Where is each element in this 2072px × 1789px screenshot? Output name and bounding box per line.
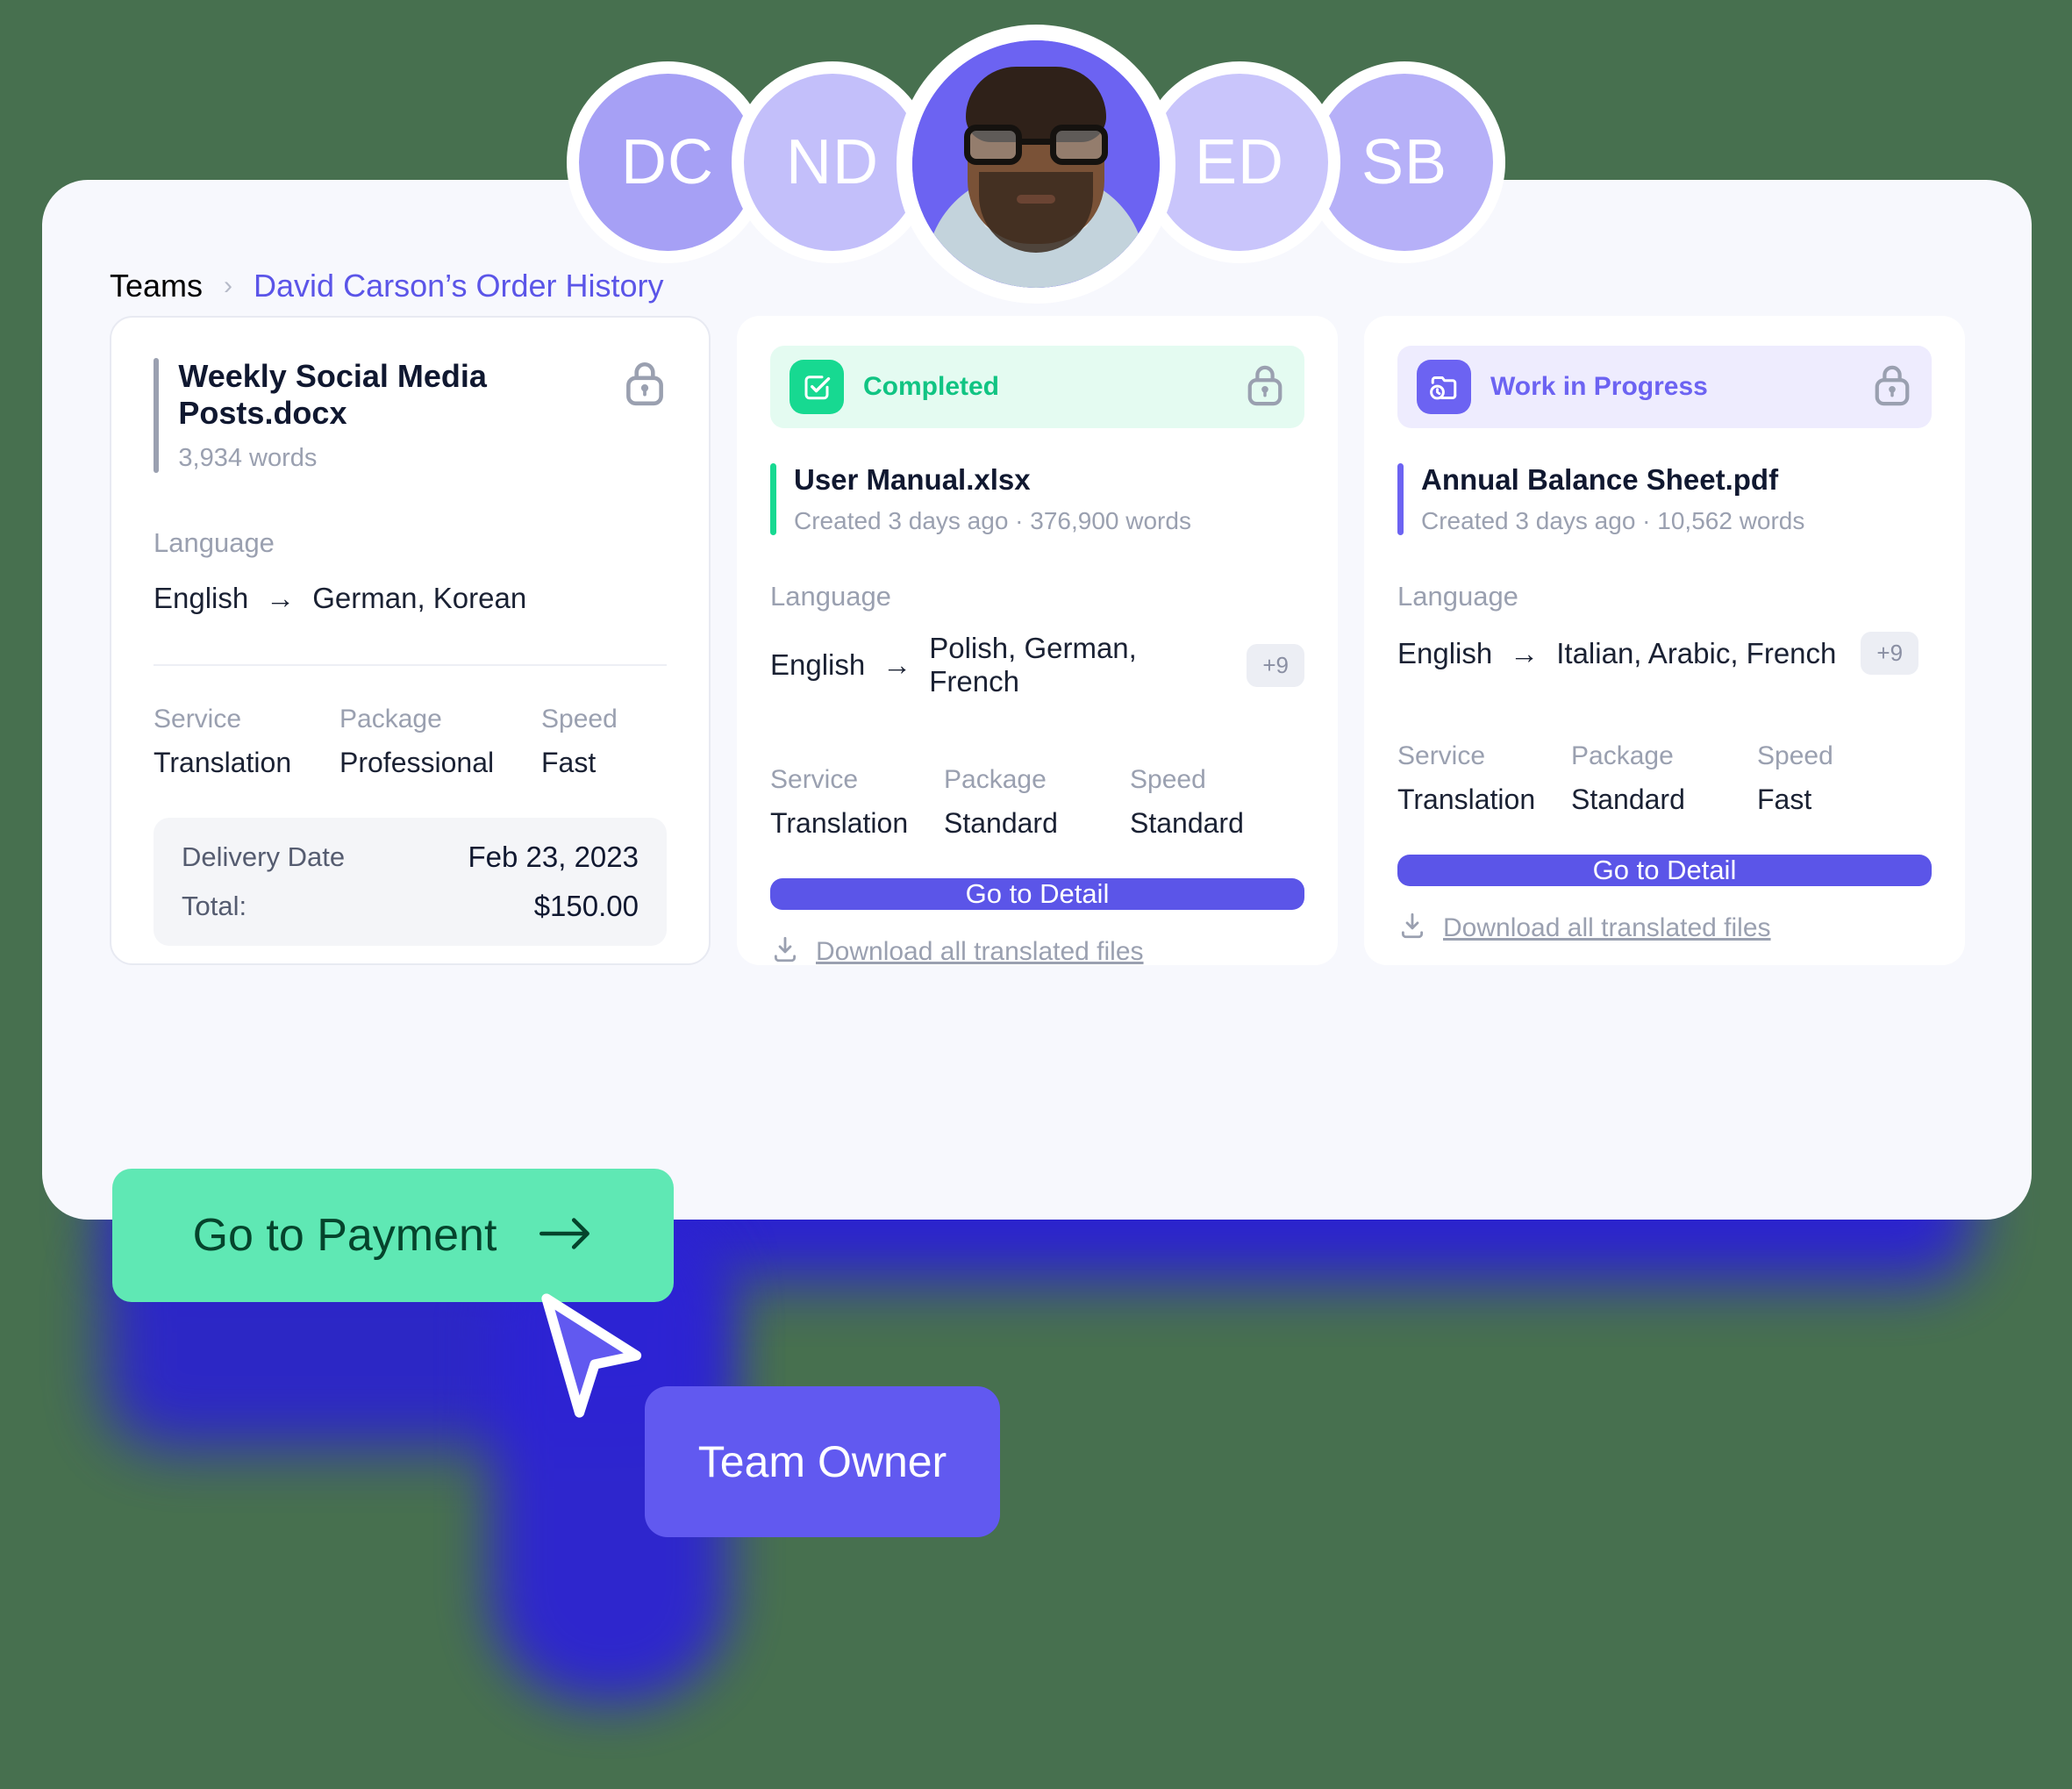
target-languages: Italian, Arabic, French [1556,636,1837,669]
target-languages: Polish, German, French [929,632,1137,698]
service-value: Translation [154,747,292,778]
file-name: Weekly Social Media Posts.docx [178,358,487,431]
service-value: Translation [1397,784,1536,815]
go-to-detail-button[interactable]: Go to Detail [1397,855,1932,886]
extra-languages-badge[interactable]: +9 [1861,632,1919,675]
download-icon [770,934,800,969]
order-card-completed: Completed User Manual.xlsx Created 3 day… [737,316,1338,966]
language-label: Language [770,581,891,612]
accent-bar [770,463,776,535]
lock-icon [1872,361,1912,413]
language-label: Language [154,527,275,558]
avatar-initials: ED [1194,127,1285,197]
team-owner-badge[interactable]: Team Owner [645,1386,1000,1537]
go-to-payment-label: Go to Payment [192,1210,497,1261]
file-name: Annual Balance Sheet.pdf [1421,463,1779,496]
source-language: English [1397,636,1493,669]
user-photo [912,40,1160,288]
delivery-date-value: Feb 23, 2023 [468,841,639,873]
file-name: User Manual.xlsx [794,463,1031,496]
package-label: Package [1571,741,1674,770]
delivery-date-row: Delivery Date Feb 23, 2023 [182,841,639,874]
delivery-date-label: Delivery Date [182,841,346,872]
service-label: Service [770,765,859,794]
service-label: Service [154,705,242,733]
totals-box: Delivery Date Feb 23, 2023 Total: $150.0… [154,818,667,946]
arrow-right-icon [539,1216,593,1256]
total-label: Total: [182,891,247,921]
mouse-pointer-icon [533,1290,652,1435]
package-label: Package [944,765,1047,794]
avatar-photo[interactable] [897,25,1175,304]
file-meta: Created 3 days ago · 10,562 words [1421,507,1805,534]
divider [154,664,667,666]
download-all-link[interactable]: Download all translated files [770,934,1304,969]
speed-value: Standard [1130,807,1244,839]
download-link-label[interactable]: Download all translated files [816,937,1144,967]
order-cards: Weekly Social Media Posts.docx 3,934 wor… [110,316,1965,966]
lock-icon [1245,361,1285,413]
source-language: English [154,582,249,614]
arrow-right-icon: → [882,648,912,681]
screen: Teams › David Carson’s Order History Wee… [0,0,2072,1789]
download-all-link[interactable]: Download all translated files [1397,911,1932,945]
file-meta: Created 3 days ago · 376,900 words [794,507,1191,534]
service-label: Service [1397,741,1486,770]
package-value: Professional [339,747,495,778]
download-icon [1397,911,1427,945]
accent-bar [154,358,160,473]
speed-value: Fast [541,747,597,778]
total-row: Total: $150.00 [182,890,639,923]
language-label: Language [1397,581,1518,612]
arrow-right-icon: → [266,582,296,614]
speed-label: Speed [541,705,618,733]
arrow-right-icon: → [1510,636,1540,669]
total-value: $150.00 [533,890,639,922]
order-card-draft: Weekly Social Media Posts.docx 3,934 wor… [110,316,711,965]
speed-value: Fast [1757,784,1812,815]
service-value: Translation [770,807,909,839]
package-value: Standard [944,807,1058,839]
package-value: Standard [1571,784,1685,815]
team-owner-label: Team Owner [697,1437,947,1486]
package-label: Package [339,705,442,733]
order-card-in-progress: Work in Progress Annual Balance Sheet.pd… [1364,316,1965,965]
source-language: English [770,648,866,681]
card-header: Weekly Social Media Posts.docx 3,934 wor… [154,358,667,473]
speed-label: Speed [1757,741,1833,770]
target-languages: German, Korean [312,582,527,614]
go-to-payment-button[interactable]: Go to Payment [112,1169,674,1302]
accent-bar [1397,463,1404,535]
avatar-initials: ND [786,127,879,197]
status-label: Completed [863,372,1000,401]
avatar-initials: SB [1361,127,1448,197]
speed-label: Speed [1130,765,1206,794]
avatar-initials: DC [621,127,714,197]
team-avatar-cluster: DC ND ED SB [0,0,2072,369]
extra-languages-badge[interactable]: +9 [1247,643,1304,687]
go-to-detail-button[interactable]: Go to Detail [770,878,1304,910]
status-label: Work in Progress [1490,372,1708,401]
download-link-label[interactable]: Download all translated files [1443,913,1771,943]
word-count: 3,934 words [178,444,318,472]
